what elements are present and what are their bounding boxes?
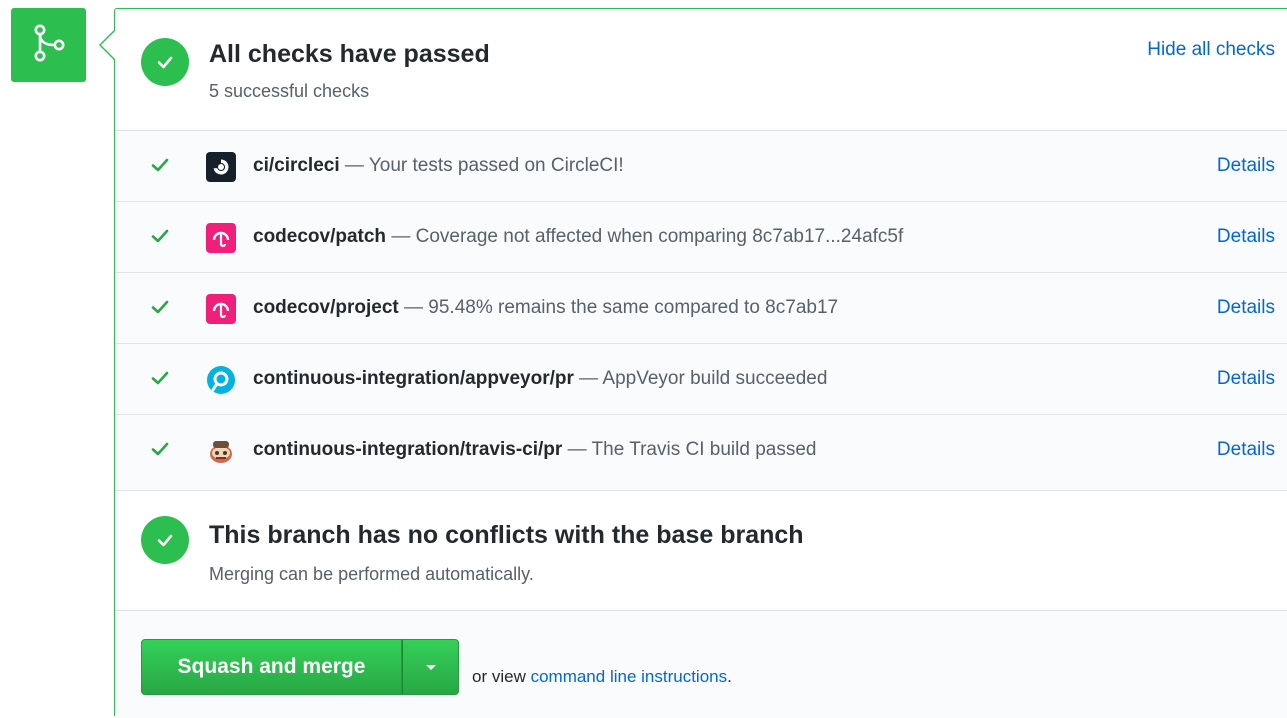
check-icon <box>151 441 169 462</box>
check-row-codecov-patch: codecov/patch — Coverage not affected wh… <box>115 202 1287 273</box>
codecov-logo-icon <box>206 223 236 253</box>
merge-panel: All checks have passed 5 successful chec… <box>114 8 1287 718</box>
check-description: codecov/patch — Coverage not affected wh… <box>253 226 904 247</box>
merge-button-group: Squash and merge <box>141 639 459 695</box>
checks-list: ci/circleci — Your tests passed on Circl… <box>115 130 1287 491</box>
caret-down-icon <box>425 664 436 670</box>
check-circle-icon <box>141 516 189 564</box>
hide-all-checks-link[interactable]: Hide all checks <box>1147 39 1275 61</box>
conflicts-title: This branch has no conflicts with the ba… <box>209 521 804 549</box>
check-row-appveyor: continuous-integration/appveyor/pr — App… <box>115 344 1287 415</box>
squash-and-merge-button[interactable]: Squash and merge <box>141 639 402 695</box>
appveyor-logo-icon <box>206 365 236 395</box>
check-circle-icon <box>141 38 189 86</box>
details-link[interactable]: Details <box>1217 155 1275 177</box>
travis-ci-logo-icon <box>206 436 236 466</box>
check-icon <box>151 157 169 178</box>
check-description: codecov/project — 95.48% remains the sam… <box>253 297 839 318</box>
checks-subtitle: 5 successful checks <box>209 81 370 101</box>
merge-method-dropdown-button[interactable] <box>402 639 459 695</box>
codecov-logo-icon <box>206 294 236 324</box>
panel-pointer-fill <box>101 31 115 59</box>
git-merge-icon <box>32 23 66 68</box>
circleci-logo-icon <box>206 152 236 182</box>
check-icon <box>151 228 169 249</box>
check-description: continuous-integration/appveyor/pr — App… <box>253 368 828 389</box>
command-line-instructions-link[interactable]: command line instructions <box>531 667 728 686</box>
check-icon <box>151 299 169 320</box>
check-icon <box>151 370 169 391</box>
merge-footer: Squash and merge or view command line in… <box>115 610 1287 718</box>
check-description: continuous-integration/travis-ci/pr — Th… <box>253 439 817 460</box>
check-row-travis: continuous-integration/travis-ci/pr — Th… <box>115 415 1287 486</box>
details-link[interactable]: Details <box>1217 226 1275 248</box>
check-row-codecov-project: codecov/project — 95.48% remains the sam… <box>115 273 1287 344</box>
merge-status-badge <box>11 8 86 82</box>
check-row-circleci: ci/circleci — Your tests passed on Circl… <box>115 131 1287 202</box>
checks-title: All checks have passed <box>209 40 490 68</box>
details-link[interactable]: Details <box>1217 439 1275 461</box>
details-link[interactable]: Details <box>1217 297 1275 319</box>
check-description: ci/circleci — Your tests passed on Circl… <box>253 155 624 176</box>
details-link[interactable]: Details <box>1217 368 1275 390</box>
command-line-hint: or view command line instructions. <box>472 667 732 686</box>
conflicts-subtitle: Merging can be performed automatically. <box>209 564 534 584</box>
